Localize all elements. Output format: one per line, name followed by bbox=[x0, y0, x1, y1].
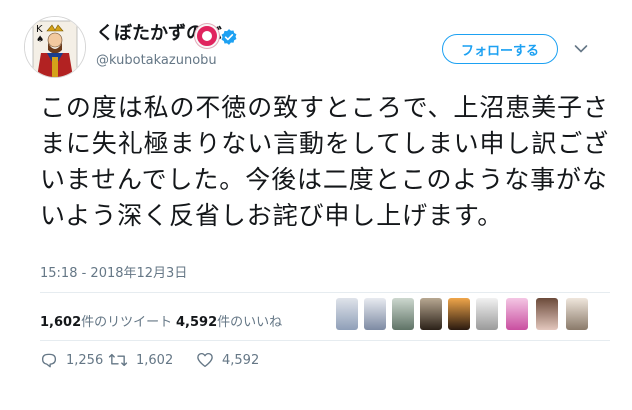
retweet-stat-count: 1,602 bbox=[40, 315, 82, 330]
divider bbox=[40, 340, 610, 341]
retweet-icon bbox=[108, 353, 128, 367]
liker-avatar[interactable] bbox=[364, 298, 386, 330]
reply-button[interactable]: 1,256 bbox=[40, 350, 103, 370]
divider bbox=[40, 292, 610, 293]
svg-text:K: K bbox=[36, 24, 43, 35]
verified-badge-icon bbox=[221, 29, 237, 45]
tweet-timestamp[interactable]: 15:18 - 2018年12月3日 bbox=[40, 262, 187, 281]
retweet-count: 1,602 bbox=[136, 352, 174, 368]
chevron-down-icon[interactable] bbox=[574, 44, 588, 54]
like-button[interactable]: 4,592 bbox=[196, 350, 259, 370]
retweet-stat-label: 件のリツイート bbox=[81, 315, 173, 330]
retweet-button[interactable]: 1,602 bbox=[108, 350, 173, 370]
liker-avatar[interactable] bbox=[506, 298, 528, 330]
liker-avatar[interactable] bbox=[336, 298, 358, 330]
follow-button[interactable]: フォローする bbox=[442, 34, 558, 64]
liker-avatar[interactable] bbox=[392, 298, 414, 330]
like-stat-label: 件のいいね bbox=[217, 315, 283, 330]
avatar[interactable]: K ♠ bbox=[24, 16, 86, 78]
card-king-avatar-icon: K ♠ bbox=[25, 17, 85, 77]
like-stat[interactable]: 4,592件のいいね bbox=[176, 311, 282, 330]
reply-icon bbox=[41, 353, 57, 368]
liker-avatar[interactable] bbox=[566, 298, 588, 330]
liker-avatar[interactable] bbox=[448, 298, 470, 330]
retweet-stat[interactable]: 1,602件のリツイート bbox=[40, 311, 172, 330]
like-count: 4,592 bbox=[222, 352, 260, 368]
tweet-text: この度は私の不徳の致すところで、上沼恵美子さまに失礼極まりない言動をしてしまい申… bbox=[40, 93, 610, 230]
user-handle[interactable]: @kubotakazunobu bbox=[96, 52, 217, 70]
reply-count: 1,256 bbox=[66, 352, 104, 368]
liker-avatar[interactable] bbox=[420, 298, 442, 330]
liker-avatar[interactable] bbox=[536, 298, 558, 330]
liker-avatar[interactable] bbox=[476, 298, 498, 330]
heart-icon bbox=[197, 352, 213, 368]
svg-text:♠: ♠ bbox=[36, 35, 44, 45]
like-stat-count: 4,592 bbox=[176, 315, 218, 330]
sushi-emoji-icon bbox=[195, 24, 219, 48]
